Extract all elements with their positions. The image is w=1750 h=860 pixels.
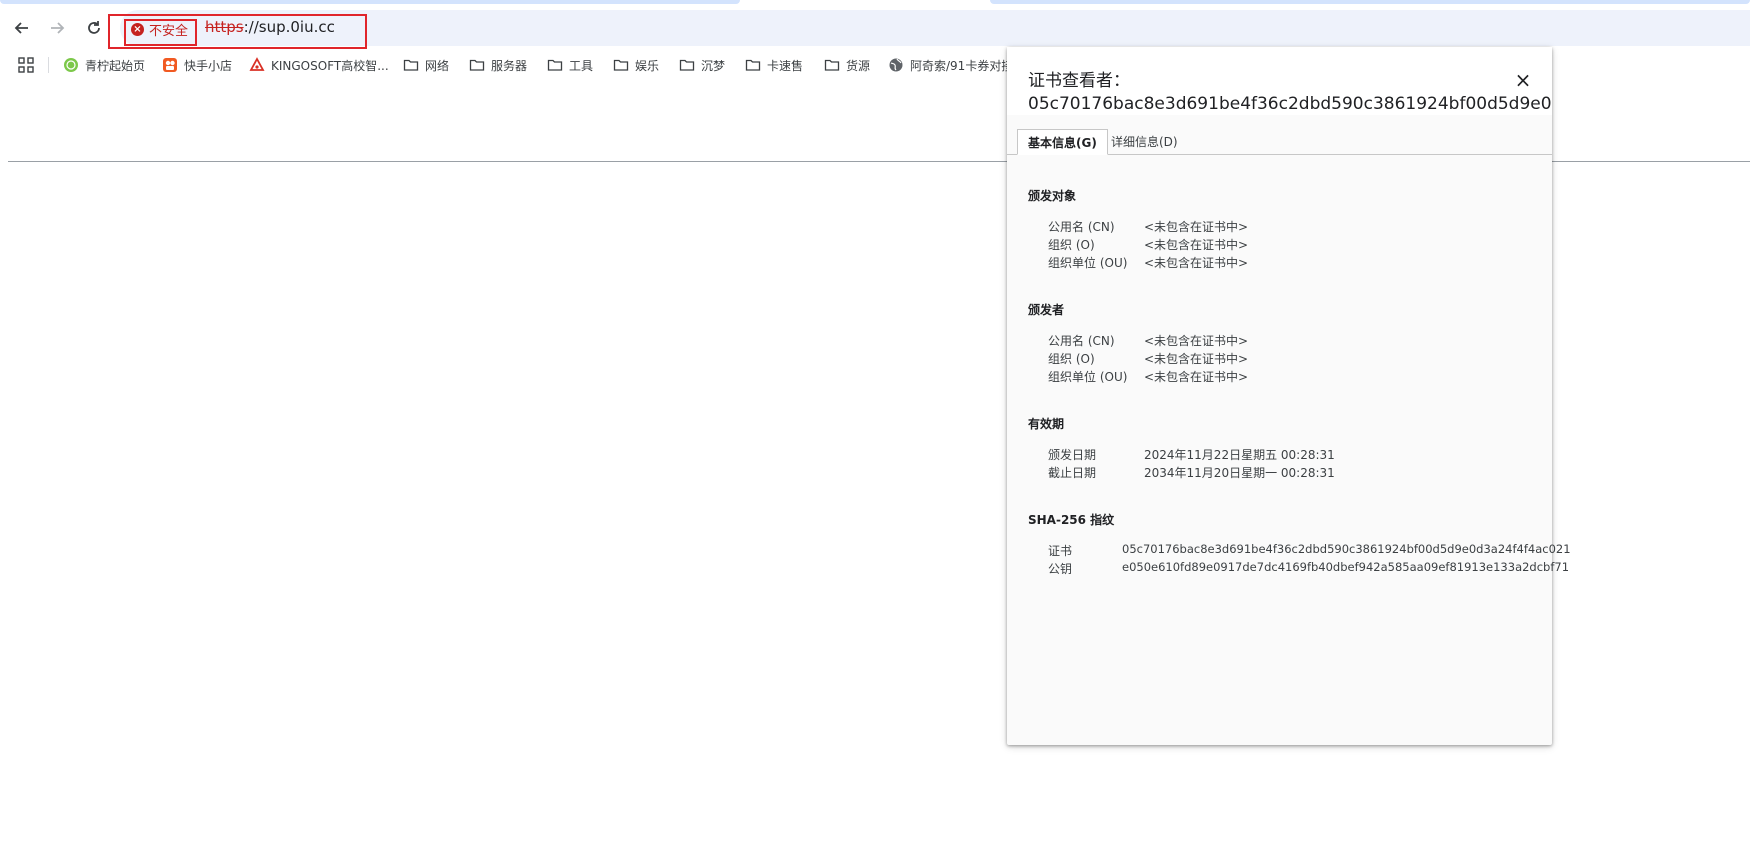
forward-button[interactable] [45, 16, 69, 40]
field-row: 组织单位 (OU) <未包含在证书中> [1048, 368, 1248, 385]
bookmark-label: 快手小店 [184, 58, 233, 73]
field-value: <未包含在证书中> [1144, 352, 1249, 366]
bookmark-item[interactable]: KINGOSOFT高校智... [249, 56, 389, 74]
field-value: <未包含在证书中> [1144, 220, 1249, 234]
annotation-box-chip [124, 19, 197, 46]
field-label: 证书 [1048, 544, 1073, 558]
tab-details[interactable]: 详细信息(D) [1101, 129, 1188, 155]
field-label: 组织 (O) [1048, 352, 1095, 366]
apps-grid-icon[interactable] [18, 57, 34, 73]
bookmark-label: 娱乐 [635, 58, 660, 73]
back-button[interactable] [10, 16, 34, 40]
reload-icon [88, 21, 100, 34]
field-label: 公钥 [1048, 562, 1073, 576]
bookmark-item[interactable]: 服务器 [469, 56, 527, 74]
dialog-title-line1: 证书查看者： [1028, 71, 1130, 91]
bookmark-item[interactable]: 青柠起始页 [63, 56, 145, 74]
folder-icon [469, 59, 485, 71]
validity-heading: 有效期 [1028, 417, 1065, 431]
field-label: 公用名 (CN) [1048, 220, 1115, 234]
field-value: <未包含在证书中> [1144, 256, 1249, 270]
field-label: 组织单位 (OU) [1048, 256, 1128, 270]
field-row: 公钥 e050e610fd89e0917de7dc4169fb40dbef942… [1048, 560, 1569, 577]
folder-icon [403, 59, 419, 71]
bookmark-item[interactable]: 快手小店 [162, 56, 232, 74]
bookmark-label: 服务器 [491, 58, 528, 73]
folder-icon [547, 59, 563, 71]
folder-icon [613, 59, 629, 71]
close-icon[interactable]: × [1513, 70, 1533, 90]
bookmark-label: KINGOSOFT高校智... [271, 58, 389, 73]
bookmark-label: 货源 [846, 58, 871, 73]
field-label: 颁发日期 [1048, 448, 1097, 462]
globe-icon [889, 58, 903, 72]
dialog-title-line2: 05c70176bac8e3d691be4f36c2dbd590c3861924… [1028, 94, 1552, 114]
dialog-header: 证书查看者： 05c70176bac8e3d691be4f36c2dbd590c… [1007, 47, 1552, 115]
bookmark-label: 卡速售 [767, 58, 804, 73]
field-label: 截止日期 [1048, 466, 1097, 480]
field-label: 公用名 (CN) [1048, 334, 1115, 348]
bookmark-item[interactable]: 沉梦 [679, 56, 725, 74]
field-value: <未包含在证书中> [1144, 238, 1249, 252]
bookmark-label: 阿奇索/91卡券对接 [910, 58, 1014, 73]
tab-general[interactable]: 基本信息(G) [1017, 129, 1108, 155]
field-value: <未包含在证书中> [1144, 370, 1249, 384]
reload-button[interactable] [82, 16, 106, 40]
dialog-title: 证书查看者： 05c70176bac8e3d691be4f36c2dbd590c… [1028, 70, 1552, 116]
field-label: 组织 (O) [1048, 238, 1095, 252]
dialog-tabs: 基本信息(G) 详细信息(D) [1007, 129, 1552, 155]
folder-icon [745, 59, 761, 71]
bookmark-item[interactable]: 工具 [547, 56, 593, 74]
field-value: 2024年11月22日星期五 00:28:31 [1144, 448, 1335, 462]
field-value: e050e610fd89e0917de7dc4169fb40dbef942a58… [1122, 560, 1570, 574]
bookmarks-separator [48, 57, 49, 73]
field-row: 公用名 (CN) <未包含在证书中> [1048, 218, 1248, 235]
folder-icon [824, 59, 840, 71]
field-label: 组织单位 (OU) [1048, 370, 1128, 384]
kuaishou-icon [163, 58, 177, 72]
field-value: 05c70176bac8e3d691be4f36c2dbd590c3861924… [1122, 542, 1571, 556]
bookmark-item[interactable]: 卡速售 [745, 56, 803, 74]
bookmark-item[interactable]: 货源 [824, 56, 870, 74]
lime-icon [64, 58, 78, 72]
bookmark-label: 工具 [569, 58, 594, 73]
bookmark-label: 沉梦 [701, 58, 726, 73]
folder-icon [679, 59, 695, 71]
field-row: 组织 (O) <未包含在证书中> [1048, 350, 1248, 367]
kingosoft-icon [249, 57, 265, 71]
field-row: 公用名 (CN) <未包含在证书中> [1048, 332, 1248, 349]
field-row: 组织单位 (OU) <未包含在证书中> [1048, 254, 1248, 271]
issued-by-heading: 颁发者 [1028, 303, 1065, 317]
field-value: 2034年11月20日星期一 00:28:31 [1144, 466, 1335, 480]
bookmark-label: 青柠起始页 [85, 58, 146, 73]
back-arrow-icon [14, 22, 28, 34]
field-row: 截止日期 2034年11月20日星期一 00:28:31 [1048, 464, 1335, 481]
field-value: <未包含在证书中> [1144, 334, 1249, 348]
field-row: 颁发日期 2024年11月22日星期五 00:28:31 [1048, 446, 1335, 463]
forward-arrow-icon [51, 22, 65, 34]
field-row: 组织 (O) <未包含在证书中> [1048, 236, 1248, 253]
bookmark-item[interactable]: 娱乐 [613, 56, 659, 74]
issued-to-heading: 颁发对象 [1028, 189, 1077, 203]
bookmark-label: 网络 [425, 58, 450, 73]
bookmark-item[interactable]: 阿奇索/91卡券对接 [888, 56, 1013, 74]
field-row: 证书 05c70176bac8e3d691be4f36c2dbd590c3861… [1048, 542, 1571, 559]
bookmark-item[interactable]: 网络 [403, 56, 449, 74]
certificate-viewer-dialog: 证书查看者： 05c70176bac8e3d691be4f36c2dbd590c… [1007, 47, 1571, 745]
fingerprints-heading: SHA-256 指纹 [1028, 513, 1115, 527]
